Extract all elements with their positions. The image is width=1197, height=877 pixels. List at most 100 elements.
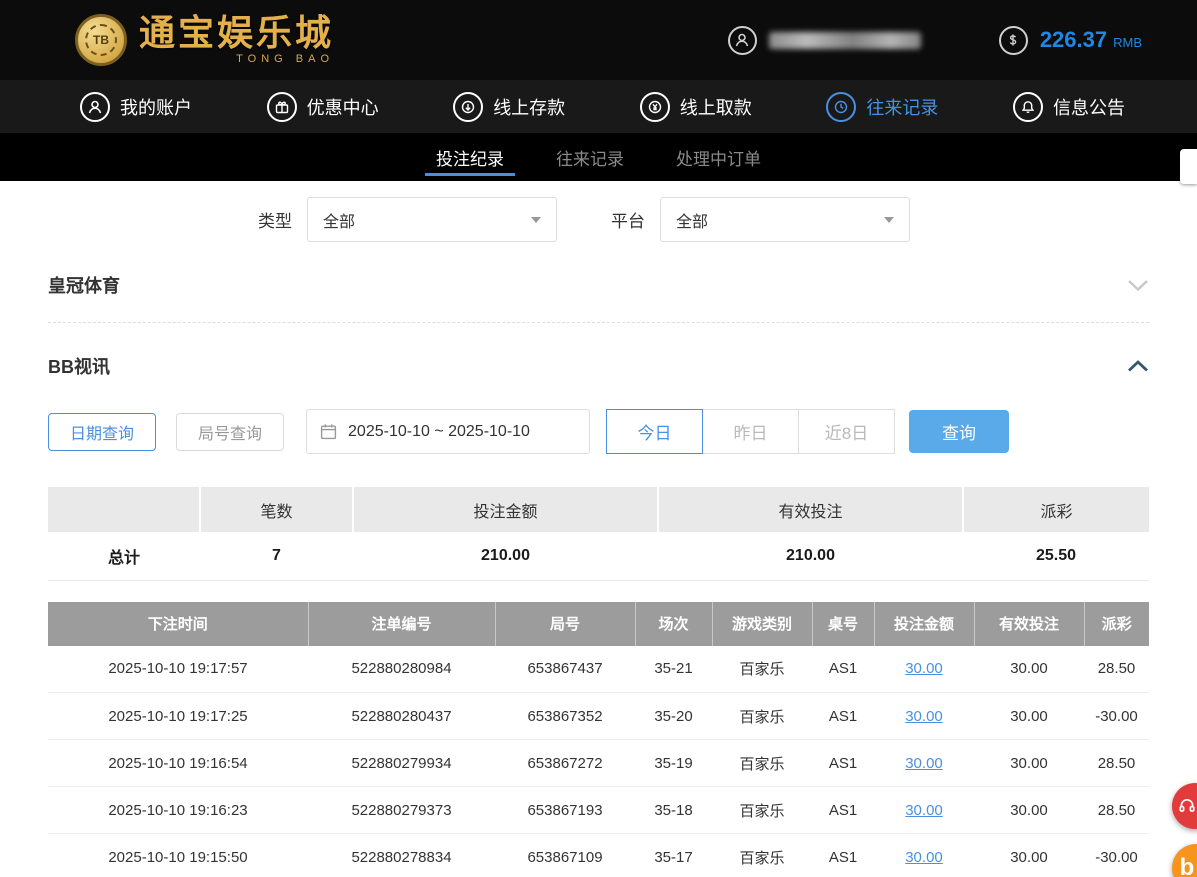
header-bet-time: 下注时间: [48, 601, 309, 646]
bet-amount-link[interactable]: 30.00: [905, 802, 943, 819]
tab-processing-orders[interactable]: 处理中订单: [673, 133, 764, 181]
header-right: 226.37 RMB: [727, 25, 1142, 55]
balance[interactable]: 226.37 RMB: [998, 25, 1142, 55]
floating-chat-button[interactable]: b: [1172, 844, 1197, 877]
valid-bet: 30.00: [974, 739, 1084, 787]
bet-amount-link[interactable]: 30.00: [905, 755, 943, 772]
round-query-button[interactable]: 局号查询: [176, 412, 285, 451]
deposit-icon: [453, 91, 484, 122]
date-range-input[interactable]: 2025-10-10 ~ 2025-10-10: [306, 409, 591, 454]
session: 35-21: [635, 645, 712, 693]
bet-time: 2025-10-10 19:17:57: [48, 645, 308, 693]
last-8-days-button[interactable]: 近8日: [798, 409, 896, 454]
header-payout: 派彩: [1084, 601, 1149, 646]
withdraw-icon: [639, 91, 670, 122]
nav-label: 优惠中心: [306, 97, 379, 118]
brand-logo[interactable]: TB 通宝娱乐城 TONG BAO: [75, 14, 334, 66]
table-number: AS1: [812, 739, 874, 787]
summary-header-blank: [48, 487, 201, 532]
dashed-divider: [48, 322, 1149, 323]
casino-chip-icon: TB: [75, 14, 127, 66]
summary-bet-amount: 210.00: [353, 532, 658, 581]
brand-subtitle: TONG BAO: [236, 53, 335, 65]
valid-bet: 30.00: [974, 645, 1084, 693]
table-number: AS1: [812, 786, 874, 834]
summary-header-row: 笔数 投注金额 有效投注 派彩: [48, 487, 1149, 532]
header-valid-bet: 有效投注: [974, 601, 1085, 646]
account-summary[interactable]: [727, 25, 921, 55]
round-number: 653867109: [495, 833, 635, 877]
order-number: 522880280437: [308, 692, 495, 740]
balance-amount: 226.37: [1039, 27, 1108, 52]
quick-range-group: 今日 昨日 近8日: [606, 409, 896, 454]
chat-glyph: b: [1179, 854, 1195, 877]
table-number: AS1: [812, 833, 874, 877]
summary-count: 7: [200, 532, 353, 581]
chip-label: TB: [85, 24, 117, 56]
tab-bet-records[interactable]: 投注纪录: [425, 133, 515, 181]
date-range-value: 2025-10-10 ~ 2025-10-10: [348, 422, 530, 440]
floating-service-button[interactable]: [1172, 783, 1197, 829]
user-icon: [727, 25, 757, 55]
username-redacted: [768, 31, 921, 49]
nav-item-records[interactable]: 往来记录: [826, 91, 938, 122]
platform-select[interactable]: 全部: [660, 197, 910, 242]
headset-icon: [1179, 799, 1195, 812]
platform-label: 平台: [611, 212, 645, 231]
table-row: 2025-10-10 19:17:25 522880280437 6538673…: [48, 692, 1149, 740]
summary-table: 笔数 投注金额 有效投注 派彩 总计 7 210.00 210.00 25.50: [48, 487, 1149, 581]
nav-label: 我的账户: [120, 97, 192, 118]
bet-amount-link[interactable]: 30.00: [905, 849, 943, 866]
bet-time: 2025-10-10 19:16:23: [48, 786, 308, 834]
chevron-down-icon: [884, 216, 894, 223]
summary-header-valid-bet: 有效投注: [658, 487, 964, 532]
valid-bet: 30.00: [974, 786, 1084, 834]
payout-value: -30.00: [1084, 692, 1149, 740]
session: 35-18: [635, 786, 712, 834]
nav-label: 信息公告: [1052, 97, 1125, 118]
nav-item-withdraw[interactable]: 线上取款: [639, 91, 752, 122]
bet-amount-link[interactable]: 30.00: [905, 660, 943, 677]
nav-item-announcements[interactable]: 信息公告: [1012, 91, 1125, 122]
type-select[interactable]: 全部: [307, 197, 557, 242]
crown-sports-title: 皇冠体育: [48, 276, 120, 296]
bet-time: 2025-10-10 19:17:25: [48, 692, 308, 740]
platform-filter: 平台 全部: [611, 197, 910, 242]
round-number: 653867352: [495, 692, 635, 740]
date-query-button[interactable]: 日期查询: [48, 412, 157, 451]
round-number: 653867193: [495, 786, 635, 834]
main-nav: 我的账户 优惠中心 线上存款 线上取款 往来记录 信息公告: [0, 80, 1197, 133]
bb-video-title: BB视讯: [48, 357, 110, 377]
valid-bet: 30.00: [974, 833, 1084, 877]
nav-item-promotions[interactable]: 优惠中心: [266, 91, 379, 122]
calendar-icon: [320, 424, 337, 440]
session: 35-19: [635, 739, 712, 787]
table-number: AS1: [812, 692, 874, 740]
nav-item-my-account[interactable]: 我的账户: [80, 91, 192, 122]
type-filter: 类型 全部: [258, 197, 557, 242]
payout-value: 28.50: [1084, 645, 1149, 693]
today-button[interactable]: 今日: [606, 409, 704, 454]
tab-transaction-records[interactable]: 往来记录: [553, 133, 627, 181]
session: 35-17: [635, 833, 712, 877]
bell-icon: [1012, 91, 1043, 122]
header-game-type: 游戏类别: [712, 601, 813, 646]
nav-item-deposit[interactable]: 线上存款: [453, 91, 565, 122]
round-number: 653867272: [495, 739, 635, 787]
nav-label: 线上取款: [679, 97, 752, 118]
bet-amount-link[interactable]: 30.00: [905, 708, 943, 725]
header-bet-amount: 投注金额: [874, 601, 975, 646]
summary-header-payout: 派彩: [963, 487, 1149, 532]
search-button[interactable]: 查询: [909, 410, 1010, 453]
payout-value: 28.50: [1084, 786, 1149, 834]
session: 35-20: [635, 692, 712, 740]
account-icon: [80, 91, 110, 122]
edge-widget[interactable]: [1180, 149, 1197, 184]
yesterday-button[interactable]: 昨日: [702, 409, 800, 454]
chevron-up-icon[interactable]: [1127, 359, 1149, 373]
summary-header-bet-amount: 投注金额: [353, 487, 659, 532]
dollar-icon: [998, 25, 1028, 55]
summary-header-count: 笔数: [200, 487, 354, 532]
order-number: 522880279934: [308, 739, 495, 787]
chevron-down-icon[interactable]: [1127, 278, 1149, 292]
